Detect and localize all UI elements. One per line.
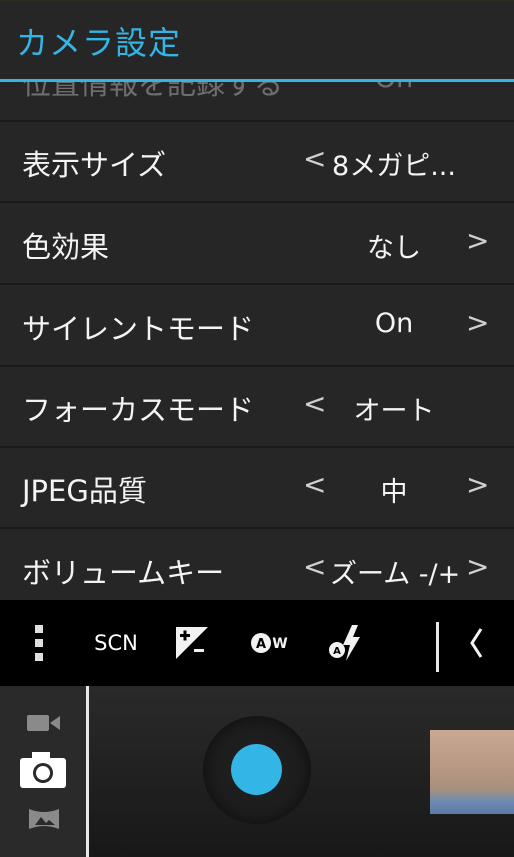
setting-row-focus-mode[interactable]: フォーカスモード < オート bbox=[0, 365, 514, 448]
setting-row-color-effect[interactable]: 色効果 なし > bbox=[0, 202, 514, 285]
camera-icon[interactable] bbox=[18, 750, 68, 794]
settings-list[interactable]: 位置情報を記録する On 表示サイズ < 8メガピ... 色効果 なし > サイ… bbox=[0, 82, 514, 600]
setting-label: JPEG品質 bbox=[22, 474, 147, 508]
setting-row-location[interactable]: 位置情報を記録する On bbox=[0, 82, 514, 122]
setting-label: サイレントモード bbox=[22, 312, 255, 346]
mode-divider bbox=[86, 686, 89, 857]
scene-mode-button[interactable]: SCN bbox=[88, 600, 144, 686]
video-icon[interactable] bbox=[26, 711, 62, 739]
setting-value: オート bbox=[353, 396, 435, 427]
more-options-icon[interactable] bbox=[24, 600, 54, 686]
setting-label: ボリュームキー bbox=[22, 556, 225, 590]
prev-arrow-icon[interactable]: < bbox=[303, 387, 326, 420]
page-title: カメラ設定 bbox=[16, 24, 182, 62]
mode-switcher[interactable] bbox=[0, 686, 86, 857]
white-balance-auto-icon[interactable]: A W bbox=[246, 600, 294, 686]
last-photo-thumbnail[interactable] bbox=[430, 730, 514, 814]
setting-label: 色効果 bbox=[22, 230, 110, 264]
setting-value: なし bbox=[367, 233, 421, 264]
flash-auto-icon[interactable]: A bbox=[322, 600, 370, 686]
toolbar-divider bbox=[436, 622, 439, 672]
setting-value: 8メガピ... bbox=[332, 151, 456, 182]
setting-value: On bbox=[374, 308, 414, 339]
setting-label: 表示サイズ bbox=[22, 148, 167, 182]
next-arrow-icon[interactable]: > bbox=[466, 550, 489, 583]
setting-value: ズーム -/+ bbox=[330, 559, 461, 590]
svg-text:W: W bbox=[272, 636, 287, 652]
shutter-button[interactable] bbox=[231, 744, 282, 795]
prev-arrow-icon[interactable]: < bbox=[303, 550, 326, 583]
setting-label: 位置情報を記録する bbox=[22, 82, 284, 101]
next-arrow-icon[interactable]: > bbox=[466, 468, 489, 501]
next-arrow-icon[interactable]: > bbox=[466, 306, 489, 339]
setting-value: On bbox=[330, 82, 458, 94]
exposure-icon[interactable] bbox=[172, 600, 212, 686]
svg-text:A: A bbox=[333, 646, 341, 657]
status-strip bbox=[0, 0, 514, 2]
prev-arrow-icon[interactable]: < bbox=[303, 468, 326, 501]
setting-row-volume-key[interactable]: ボリュームキー < ズーム -/+ > bbox=[0, 528, 514, 600]
setting-value: 中 bbox=[380, 477, 408, 508]
setting-label: フォーカスモード bbox=[22, 393, 255, 427]
collapse-chevron-icon[interactable] bbox=[456, 600, 496, 686]
svg-text:A: A bbox=[256, 637, 266, 652]
setting-row-jpeg-quality[interactable]: JPEG品質 < 中 > bbox=[0, 446, 514, 529]
next-arrow-icon[interactable]: > bbox=[466, 224, 489, 257]
panorama-icon[interactable] bbox=[27, 806, 61, 836]
prev-arrow-icon[interactable]: < bbox=[303, 142, 326, 175]
setting-row-picture-size[interactable]: 表示サイズ < 8メガピ... bbox=[0, 120, 514, 203]
setting-row-silent-mode[interactable]: サイレントモード On > bbox=[0, 284, 514, 367]
